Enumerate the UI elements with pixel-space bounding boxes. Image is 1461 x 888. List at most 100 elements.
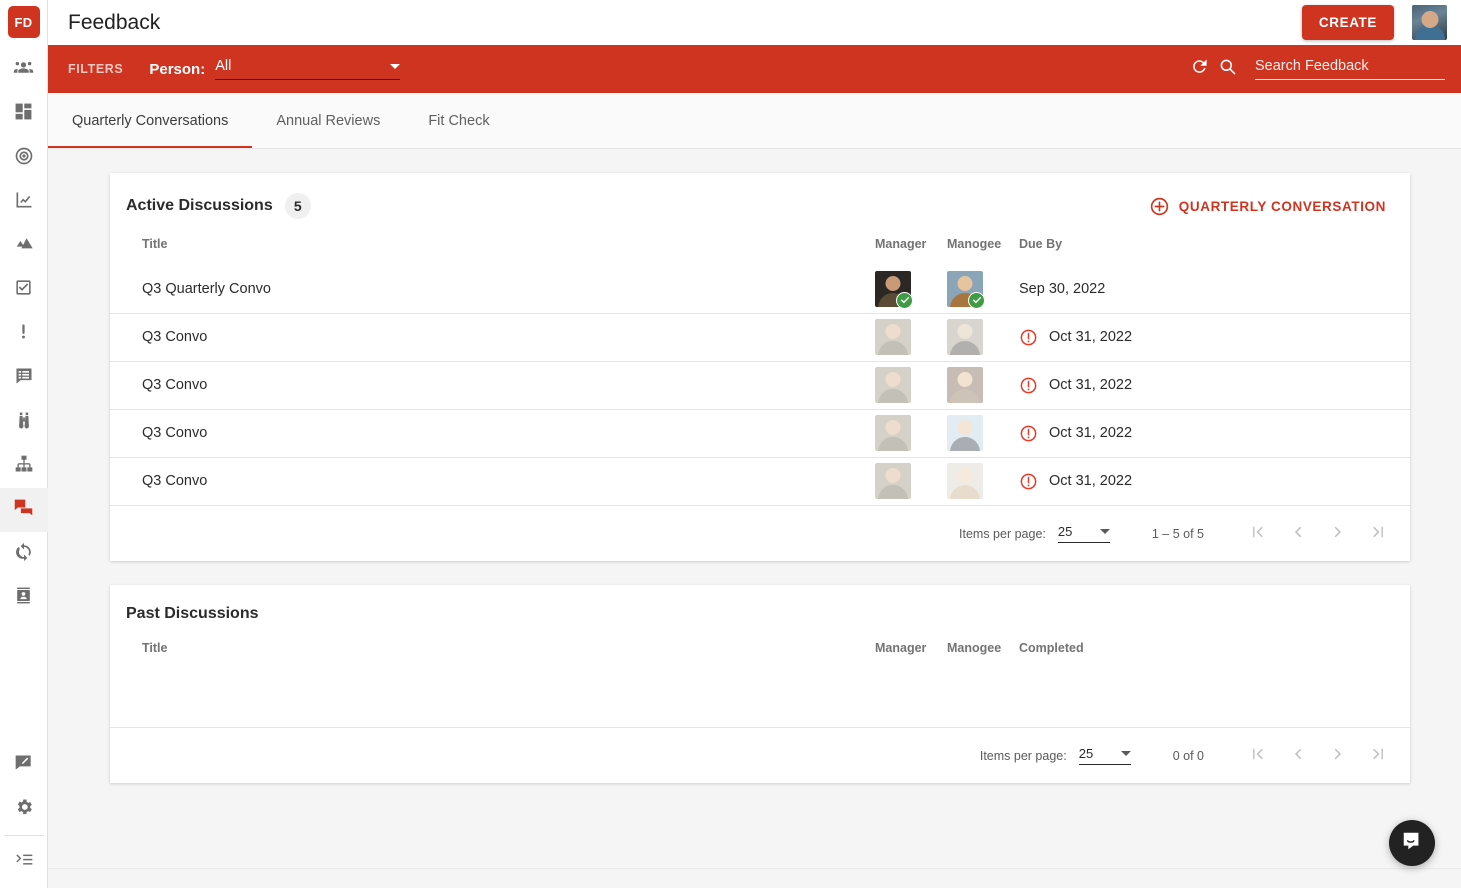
avatar-image	[875, 415, 911, 451]
sidebar-item-collapse-menu[interactable]	[0, 840, 48, 884]
manogee-cell	[947, 265, 1019, 313]
app-logo[interactable]: FD	[7, 6, 40, 38]
manager-avatar[interactable]	[875, 270, 913, 309]
items-per-page-label: Items per page:	[979, 748, 1067, 763]
page-title: Feedback	[68, 10, 161, 34]
previous-page-button[interactable]	[1278, 736, 1318, 776]
table-row[interactable]: Q3 Convo Oct 31, 2022	[110, 312, 1410, 361]
sidebar-item-send-feedback[interactable]	[0, 743, 48, 787]
sidebar-item-surveys[interactable]	[0, 356, 48, 400]
manager-avatar[interactable]	[875, 463, 911, 500]
sync-icon	[14, 542, 34, 567]
manogee-cell	[947, 360, 1019, 409]
avatar-image	[947, 367, 983, 403]
overdue-warning-icon	[1019, 472, 1038, 491]
past-discussions-card: Past Discussions Title Manager Manogee C…	[110, 585, 1410, 783]
overdue-warning-icon	[1019, 376, 1038, 395]
sidebar-item-org-chart[interactable]	[0, 444, 48, 488]
manogee-cell	[947, 312, 1019, 361]
refresh-button[interactable]	[1185, 55, 1213, 83]
checkbox-icon	[14, 278, 33, 302]
active-discussions-title: Active Discussions	[126, 197, 273, 214]
sidebar-item-directory[interactable]	[0, 576, 48, 620]
tab-fit-check[interactable]: Fit Check	[404, 93, 513, 148]
due-date-label: Oct 31, 2022	[1049, 425, 1133, 441]
next-page-button[interactable]	[1318, 736, 1358, 776]
refresh-icon	[1190, 57, 1209, 81]
previous-page-button[interactable]	[1278, 514, 1318, 554]
search-button[interactable]	[1213, 55, 1241, 83]
row-title: Q3 Convo	[110, 360, 875, 409]
first-page-icon	[1249, 745, 1267, 766]
items-per-page-value: 25	[1057, 524, 1073, 539]
active-discussions-table: Title Manager Manogee Due By Q3 Quarterl…	[110, 225, 1410, 505]
manogee-avatar[interactable]	[947, 463, 983, 500]
first-page-button[interactable]	[1238, 514, 1278, 554]
contact-card-icon	[14, 586, 33, 610]
items-per-page-select[interactable]: 25	[1057, 524, 1110, 543]
due-date-label: Oct 31, 2022	[1049, 473, 1133, 490]
sidebar-item-dashboard[interactable]	[0, 92, 48, 136]
pagination-range-label: 0 of 0	[1172, 748, 1204, 763]
manogee-avatar[interactable]	[947, 367, 983, 403]
manager-avatar[interactable]	[875, 415, 911, 451]
sidebar: FD	[0, 0, 48, 888]
manogee-avatar[interactable]	[947, 270, 985, 309]
column-header-manogee: Manogee	[947, 237, 1002, 251]
next-page-button[interactable]	[1318, 514, 1358, 554]
manager-avatar[interactable]	[875, 319, 911, 355]
next-page-icon	[1329, 745, 1347, 766]
chevron-down-icon	[390, 63, 401, 69]
sidebar-item-goals[interactable]	[0, 136, 48, 180]
manogee-avatar[interactable]	[947, 319, 983, 355]
tab-quarterly-conversations[interactable]: Quarterly Conversations	[48, 93, 253, 148]
first-page-button[interactable]	[1238, 736, 1278, 776]
exclamation-icon	[14, 322, 33, 346]
due-by-cell: Oct 31, 2022	[1019, 408, 1410, 457]
tab-annual-reviews[interactable]: Annual Reviews	[252, 93, 404, 148]
bottom-strip	[48, 868, 1461, 888]
sidebar-item-discovery[interactable]	[0, 400, 48, 444]
sidebar-item-settings[interactable]	[0, 787, 48, 831]
add-quarterly-conversation-button[interactable]: QUARTERLY CONVERSATION	[1149, 196, 1386, 217]
last-page-button[interactable]	[1358, 514, 1398, 554]
search-input[interactable]	[1255, 58, 1445, 74]
last-page-button[interactable]	[1358, 736, 1398, 776]
active-discussions-thead: Title Manager Manogee Due By	[110, 225, 1410, 265]
manogee-avatar[interactable]	[947, 415, 983, 451]
create-button[interactable]: CREATE	[1301, 5, 1394, 40]
people-icon	[13, 57, 34, 83]
last-page-icon	[1369, 745, 1387, 766]
column-header-title: Title	[142, 237, 168, 251]
top-bar-actions: CREATE	[1301, 5, 1461, 40]
user-avatar[interactable]	[1412, 5, 1447, 40]
search-icon	[1218, 57, 1237, 81]
manager-avatar[interactable]	[875, 367, 911, 403]
sidebar-item-analytics[interactable]	[0, 180, 48, 224]
sidebar-item-sync[interactable]	[0, 532, 48, 576]
person-filter-value: All	[215, 58, 232, 74]
row-title: Q3 Convo	[110, 408, 875, 457]
table-row[interactable]: Q3 Convo Oct 31, 2022	[110, 408, 1410, 457]
sidebar-item-alerts[interactable]	[0, 312, 48, 356]
filter-bar-actions	[1185, 55, 1461, 83]
table-row[interactable]: Q3 Convo Oct 31, 2022	[110, 360, 1410, 409]
intercom-launcher-button[interactable]	[1389, 820, 1435, 866]
row-title: Q3 Convo	[110, 456, 875, 505]
table-row[interactable]: Q3 Quarterly Convo Sep 30, 2022	[110, 265, 1410, 313]
manogee-cell	[947, 456, 1019, 505]
sidebar-item-growth[interactable]	[0, 224, 48, 268]
due-by-cell: Oct 31, 2022	[1019, 360, 1410, 409]
items-per-page-select[interactable]: 25	[1078, 746, 1131, 765]
sidebar-item-people[interactable]	[0, 48, 48, 92]
due-date-label: Sep 30, 2022	[1019, 280, 1106, 297]
sidebar-item-feedback[interactable]	[0, 488, 48, 532]
sidebar-item-tasks[interactable]	[0, 268, 48, 312]
tab-bar: Quarterly Conversations Annual Reviews F…	[48, 93, 1461, 149]
person-filter-select[interactable]: All	[215, 58, 401, 80]
column-header-manogee: Manogee	[947, 641, 1002, 655]
filters-label: FILTERS	[68, 62, 124, 76]
manager-cell	[875, 360, 947, 409]
past-discussions-thead: Title Manager Manogee Completed	[110, 629, 1410, 669]
table-row[interactable]: Q3 Convo Oct 31, 2022	[110, 456, 1410, 505]
